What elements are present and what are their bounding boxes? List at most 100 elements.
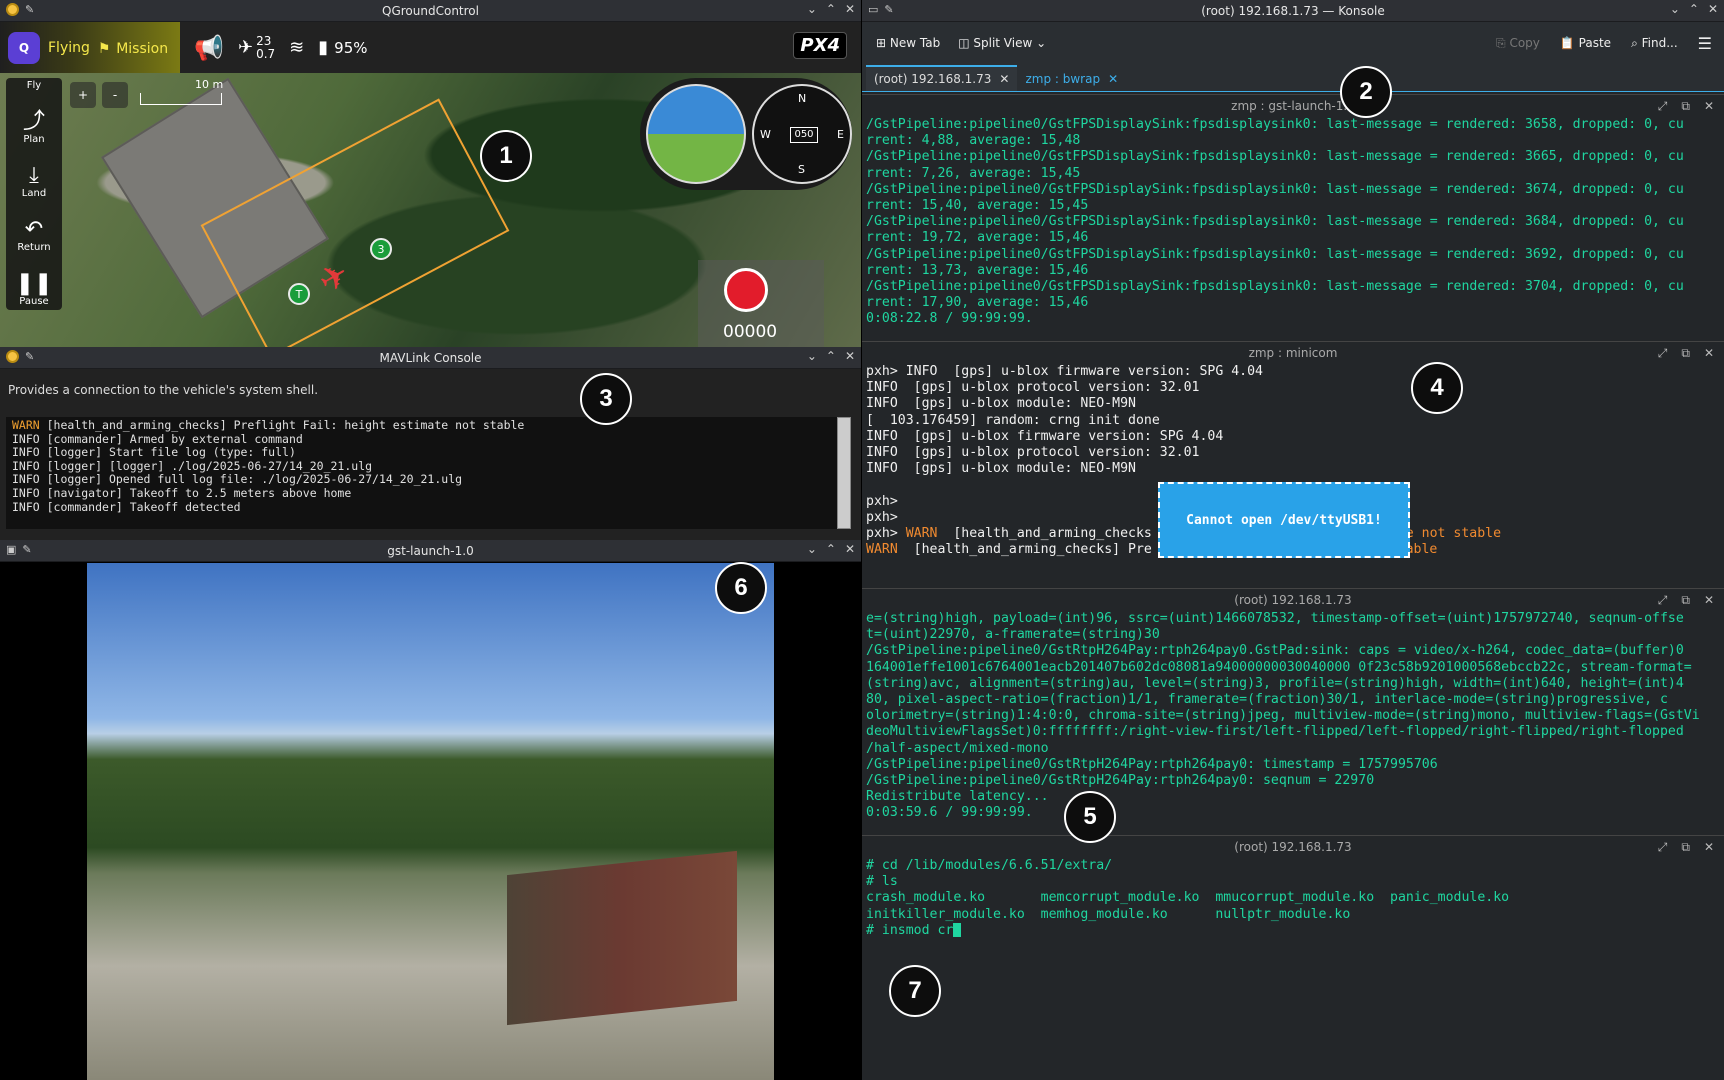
maximize-icon[interactable]: ⌃ — [826, 2, 836, 16]
mission-label[interactable]: ⚑ Mission — [98, 37, 168, 58]
console-log-line: INFO [commander] Armed by external comma… — [12, 431, 832, 447]
error-dialog[interactable]: Cannot open /dev/ttyUSB1! — [1158, 482, 1410, 558]
detach-pane-icon[interactable]: ⧉ — [1681, 589, 1690, 611]
maximize-icon[interactable]: ⌃ — [826, 542, 836, 556]
close-pane-icon[interactable]: ✕ — [1704, 95, 1714, 117]
window-title: gst-launch-1.0 — [387, 543, 474, 558]
close-tab-icon[interactable]: ✕ — [1108, 72, 1118, 86]
land-icon: ⤓ — [29, 163, 39, 188]
plan-button[interactable]: ⤴ Plan — [23, 95, 45, 146]
pin-icon[interactable]: ✎ — [25, 350, 34, 363]
map-scale: 10 m — [140, 78, 223, 105]
warn-level: WARN — [905, 526, 938, 542]
maximize-pane-icon[interactable]: ⤢ — [1658, 836, 1668, 858]
camera-video-frame — [87, 563, 774, 1080]
tab-root[interactable]: (root) 192.168.1.73 ✕ — [866, 65, 1018, 91]
new-tab-button[interactable]: ⊞ New Tab — [876, 36, 940, 50]
compass: N E W S 050 — [752, 84, 852, 184]
detach-pane-icon[interactable]: ⧉ — [1681, 342, 1690, 364]
window-title: QGroundControl — [382, 3, 479, 18]
pin-icon[interactable]: ✎ — [25, 3, 34, 16]
minimize-icon[interactable]: ⌄ — [807, 2, 817, 16]
close-tab-icon[interactable]: ✕ — [999, 72, 1009, 86]
log-message: [health_and_arming_checks] Preflight Fai… — [39, 418, 525, 432]
gst-video-window: ▣ ✎ gst-launch-1.0 ⌄ ⌃ ✕ — [0, 540, 861, 1080]
close-icon[interactable]: ✕ — [845, 542, 855, 556]
console-scrollbar[interactable] — [837, 417, 851, 529]
land-button[interactable]: ⤓ Land — [22, 149, 46, 200]
search-icon: ⌕ — [1631, 35, 1638, 50]
paste-button[interactable]: 📋 Paste — [1560, 36, 1611, 50]
hamburger-menu-icon[interactable]: ☰ — [1698, 34, 1712, 53]
tab-label: zmp : bwrap — [1025, 72, 1101, 86]
pane-title: zmp : gst-launch-1.0 — [1231, 99, 1355, 113]
terminal-pane-rtp[interactable]: (root) 192.168.1.73 ⤢ ⧉ ✕ e=(string)high, p… — [862, 588, 1724, 834]
find-button[interactable]: ⌕ Find... — [1631, 36, 1678, 51]
hdop-value: 0.7 — [256, 46, 276, 61]
plan-label: Plan — [23, 134, 45, 145]
close-pane-icon[interactable]: ✕ — [1704, 836, 1714, 858]
pin-icon[interactable]: ✎ — [22, 543, 31, 556]
pause-label: Pause — [19, 296, 49, 307]
waypoint-marker[interactable]: 3 — [370, 238, 392, 260]
zoom-out-button[interactable]: - — [102, 82, 128, 108]
minimize-icon[interactable]: ⌄ — [807, 349, 817, 363]
log-level: INFO — [12, 431, 40, 446]
qgc-logo-icon[interactable]: Q — [8, 31, 40, 64]
console-log-line: INFO [logger] Opened full log file: ./lo… — [12, 473, 832, 487]
maximize-pane-icon[interactable]: ⤢ — [1658, 95, 1668, 117]
terminal-pane-gst[interactable]: zmp : gst-launch-1.0 ⤢ ⧉ ✕ /GstPipeline:pip… — [862, 94, 1724, 340]
compass-s: S — [798, 163, 805, 176]
callout-badge-1: 1 — [480, 130, 532, 182]
detach-pane-icon[interactable]: ⧉ — [1681, 95, 1690, 117]
console-description: Provides a connection to the vehicle's s… — [8, 383, 319, 397]
console-log[interactable]: WARN [health_and_arming_checks] Prefligh… — [6, 417, 838, 529]
close-icon[interactable]: ✕ — [845, 349, 855, 363]
return-button[interactable]: ↶ Return — [17, 203, 50, 254]
close-icon[interactable]: ✕ — [1708, 2, 1718, 16]
maximize-pane-icon[interactable]: ⤢ — [1658, 589, 1668, 611]
close-pane-icon[interactable]: ✕ — [1704, 342, 1714, 364]
minimize-icon[interactable]: ⌄ — [807, 542, 817, 556]
tab-bwrap[interactable]: zmp : bwrap ✕ — [1017, 65, 1127, 91]
copy-button[interactable]: ⎘ Copy — [1496, 36, 1540, 51]
detach-pane-icon[interactable]: ⧉ — [1681, 836, 1690, 858]
log-message: [navigator] Takeoff to 2.5 meters above … — [39, 485, 352, 500]
tab-label: (root) 192.168.1.73 — [874, 72, 992, 86]
callout-badge-4: 4 — [1411, 362, 1463, 414]
callout-badge-2: 2 — [1340, 66, 1392, 118]
takeoff-marker[interactable]: T — [288, 283, 310, 305]
split-view-button[interactable]: ◫ Split View ⌄ — [958, 36, 1046, 50]
minimize-icon[interactable]: ⌄ — [1670, 2, 1680, 16]
log-message: [logger] Start file log (type: full) — [39, 445, 296, 460]
terminal-output: # cd /lib/modules/6.6.51/extra/ # ls cra… — [862, 858, 1724, 939]
battery-percent: 95% — [334, 38, 368, 57]
megaphone-icon[interactable]: 📢 — [194, 34, 224, 62]
console-log-line: INFO [logger] Start file log (type: full… — [12, 445, 832, 460]
gps-status[interactable]: ✈ 23 0.7 — [238, 34, 276, 61]
battery-status[interactable]: ▮ 95% — [318, 37, 367, 58]
split-view-icon: ◫ — [958, 36, 970, 50]
close-pane-icon[interactable]: ✕ — [1704, 589, 1714, 611]
rc-signal-icon[interactable]: ≋ — [289, 37, 304, 58]
console-log-line: INFO [commander] Takeoff detected — [12, 500, 832, 515]
maximize-icon[interactable]: ⌃ — [1689, 2, 1699, 16]
flight-status[interactable]: Q Flying ⚑ Mission — [0, 22, 181, 73]
maximize-icon[interactable]: ⌃ — [826, 349, 836, 363]
qgc-titlebar: ✎ QGroundControl ⌄ ⌃ ✕ — [0, 0, 861, 22]
new-tab-icon: ⊞ — [876, 36, 887, 50]
record-button[interactable] — [724, 268, 768, 312]
copy-icon: ⎘ — [1496, 35, 1506, 50]
close-icon[interactable]: ✕ — [845, 2, 855, 16]
zoom-in-button[interactable]: + — [70, 82, 96, 108]
instrument-panel[interactable]: N E W S 050 — [640, 78, 852, 190]
konsole-toolbar: ⊞ New Tab ◫ Split View ⌄ ⎘ Copy 📋 Paste … — [862, 22, 1724, 64]
pause-button[interactable]: ❚❚ Pause — [16, 257, 53, 308]
terminal-pane-shell[interactable]: (root) 192.168.1.73 ⤢ ⧉ ✕ # cd /lib/modules… — [862, 835, 1724, 1080]
konsole-titlebar: ▭ ✎ (root) 192.168.1.73 — Konsole ⌄ ⌃ ✕ — [862, 0, 1724, 22]
new-tab-label: New Tab — [889, 36, 941, 50]
pin-icon[interactable]: ✎ — [884, 3, 893, 16]
fly-toolstrip: Fly ⤴ Plan ⤓ Land ↶ Return ❚❚ Pause — [6, 78, 62, 310]
maximize-pane-icon[interactable]: ⤢ — [1658, 342, 1668, 364]
mavlink-console-window: ✎ MAVLink Console ⌄ ⌃ ✕ Provides a connect… — [0, 347, 861, 540]
